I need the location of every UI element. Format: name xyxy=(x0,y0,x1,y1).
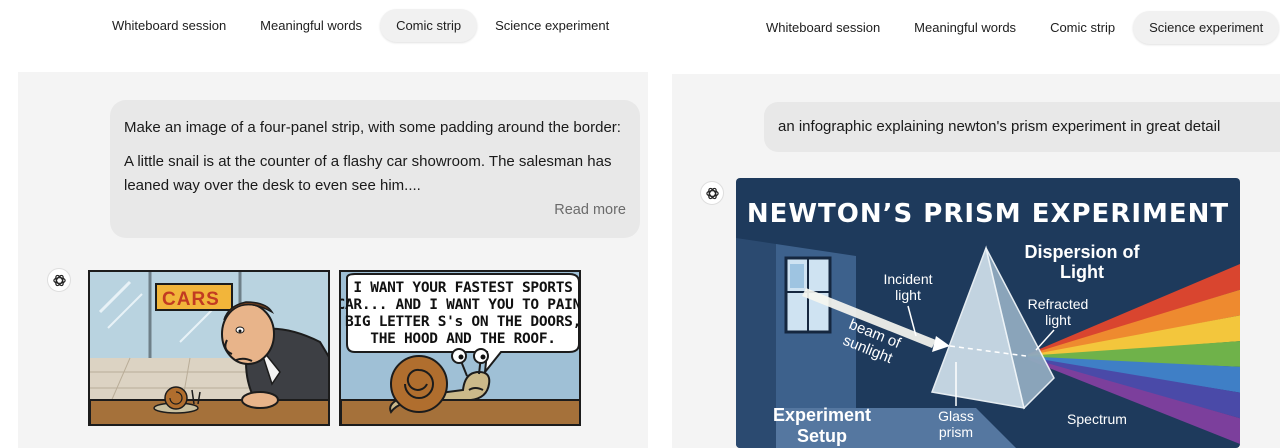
tab-whiteboard-session[interactable]: Whiteboard session xyxy=(750,11,896,44)
read-more-link[interactable]: Read more xyxy=(554,198,626,222)
tab-comic-strip[interactable]: Comic strip xyxy=(380,9,478,42)
tab-bar-right: Whiteboard session Meaningful words Comi… xyxy=(750,11,1280,44)
chat-panel-comic: Make an image of a four-panel strip, wit… xyxy=(18,72,648,448)
refracted-label-2: light xyxy=(1045,312,1071,328)
incident-label-2: light xyxy=(895,287,921,303)
user-message: an infographic explaining newton's prism… xyxy=(764,102,1280,152)
cars-sign: CARS xyxy=(162,289,220,310)
dispersion-label-1: Dispersion of xyxy=(1024,242,1140,262)
incident-label-1: Incident xyxy=(883,271,932,287)
glass-label-2: prism xyxy=(939,424,973,440)
setup-label-2: Setup xyxy=(797,426,847,446)
refracted-label-1: Refracted xyxy=(1028,296,1089,312)
spectrum-label: Spectrum xyxy=(1067,411,1127,427)
prompt-line-1: Make an image of a four-panel strip, wit… xyxy=(124,119,621,136)
setup-label-1: Experiment xyxy=(773,405,871,425)
speech-line-4: THE HOOD AND THE ROOF. xyxy=(370,331,555,347)
assistant-logo-icon xyxy=(47,268,71,292)
tab-meaningful-words[interactable]: Meaningful words xyxy=(898,11,1032,44)
prism-infographic: NEWTON’S PRISM EXPERIMENT beam of sunlig… xyxy=(736,178,1240,448)
comic-panel-showroom: CARS xyxy=(88,270,330,426)
speech-line-1: I WANT YOUR FASTEST SPORTS xyxy=(353,280,572,296)
prompt-line-2: A little snail is at the counter of a fl… xyxy=(124,153,612,194)
comic-panel-snail-speech: I WANT YOUR FASTEST SPORTS CAR... AND I … xyxy=(339,270,581,426)
speech-line-2: CAR... AND I WANT YOU TO PAINT xyxy=(341,297,581,313)
chat-panel-science: an infographic explaining newton's prism… xyxy=(672,74,1280,448)
tab-science-experiment[interactable]: Science experiment xyxy=(479,9,625,42)
tab-comic-strip[interactable]: Comic strip xyxy=(1034,11,1131,44)
tab-whiteboard-session[interactable]: Whiteboard session xyxy=(96,9,242,42)
glass-label-1: Glass xyxy=(938,408,974,424)
tab-meaningful-words[interactable]: Meaningful words xyxy=(244,9,378,42)
user-message: Make an image of a four-panel strip, wit… xyxy=(110,100,640,238)
dispersion-label-2: Light xyxy=(1060,262,1104,282)
assistant-logo-icon xyxy=(700,181,724,205)
speech-line-3: BIG LETTER S's ON THE DOORS, xyxy=(345,314,581,330)
tab-bar-left: Whiteboard session Meaningful words Comi… xyxy=(96,9,625,42)
tab-science-experiment[interactable]: Science experiment xyxy=(1133,11,1280,44)
infographic-title: NEWTON’S PRISM EXPERIMENT xyxy=(747,199,1229,229)
